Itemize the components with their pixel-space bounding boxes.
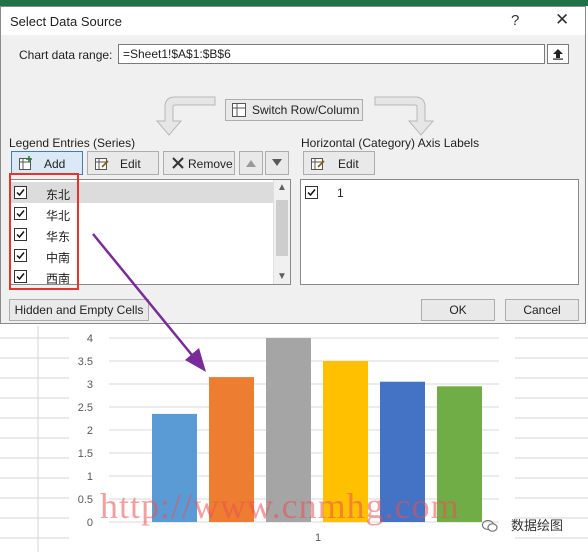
annotation-arrow [92,233,206,372]
